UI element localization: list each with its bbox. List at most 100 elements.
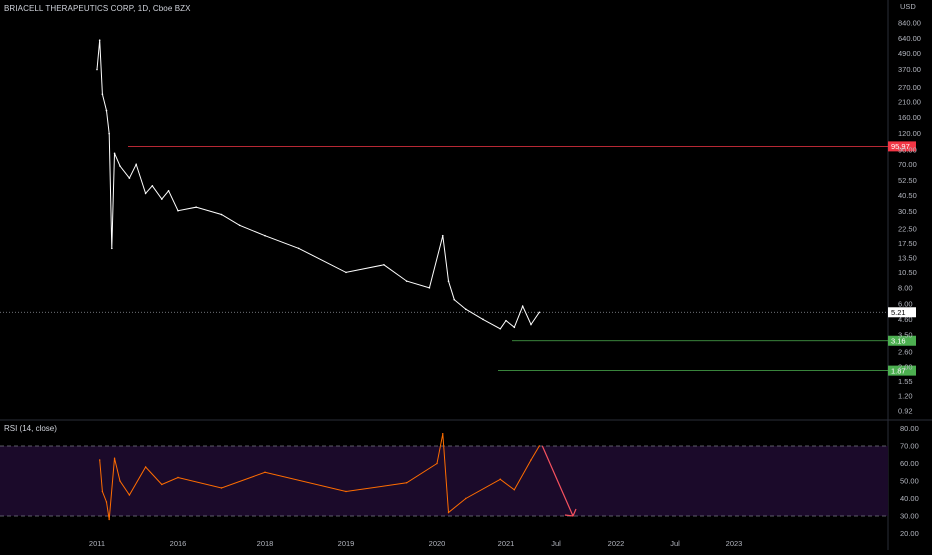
rsi-point bbox=[177, 476, 179, 479]
price-point bbox=[297, 247, 300, 250]
price-tick-label: 8.00 bbox=[898, 283, 913, 292]
price-tick-label: 0.92 bbox=[898, 407, 913, 416]
price-point bbox=[113, 152, 116, 155]
price-point bbox=[428, 287, 431, 289]
price-point bbox=[405, 280, 408, 282]
rsi-point bbox=[530, 459, 532, 461]
x-tick-label: 2023 bbox=[726, 539, 743, 548]
price-point bbox=[96, 68, 98, 71]
price-point bbox=[521, 305, 524, 307]
rsi-point bbox=[101, 490, 104, 493]
price-point bbox=[108, 132, 110, 135]
rsi-point bbox=[113, 457, 116, 459]
rsi-tick-label: 80.00 bbox=[900, 424, 919, 433]
x-tick-label: Jul bbox=[551, 539, 561, 548]
price-tick-label: 1.20 bbox=[898, 391, 913, 400]
price-tick-label: 70.00 bbox=[898, 160, 917, 169]
price-point bbox=[195, 206, 197, 208]
x-tick-label: 2020 bbox=[429, 539, 446, 548]
price-point bbox=[119, 165, 121, 167]
price-tick-label: 120.00 bbox=[898, 129, 921, 138]
rsi-point bbox=[436, 462, 438, 465]
price-point bbox=[144, 192, 147, 195]
price-point bbox=[238, 224, 241, 227]
price-tick-label: 1.55 bbox=[898, 377, 913, 386]
chart-canvas[interactable]: 95.973.161.875.21USD840.00640.00490.0037… bbox=[0, 0, 932, 550]
price-tick-label: 10.50 bbox=[898, 268, 917, 277]
price-point bbox=[177, 209, 179, 212]
rsi-tick-label: 50.00 bbox=[900, 477, 919, 486]
price-tick-label: 840.00 bbox=[898, 18, 921, 27]
rsi-tick-label: 30.00 bbox=[900, 512, 919, 521]
price-tick-label: 160.00 bbox=[898, 113, 921, 122]
rsi-tick-label: 60.00 bbox=[900, 459, 919, 468]
price-tick-label: 490.00 bbox=[898, 49, 921, 58]
rsi-title: RSI (14, close) bbox=[4, 424, 57, 433]
price-point bbox=[167, 189, 170, 192]
symbol-title: BRIACELL THERAPEUTICS CORP, 1D, Cboe BZX bbox=[4, 4, 191, 13]
price-tick-label: 2.60 bbox=[898, 347, 913, 356]
price-point bbox=[464, 308, 467, 310]
price-tick-label: 210.00 bbox=[898, 97, 921, 106]
rsi-point bbox=[442, 433, 444, 435]
price-point bbox=[161, 198, 163, 200]
x-tick-label: 2019 bbox=[338, 539, 355, 548]
price-point bbox=[441, 234, 444, 237]
price-tick-label: 3.50 bbox=[898, 330, 913, 339]
price-tick-label: 22.50 bbox=[898, 224, 917, 233]
price-series-line bbox=[96, 40, 540, 330]
currency-label: USD bbox=[900, 2, 916, 11]
price-point bbox=[128, 177, 131, 179]
price-tick-label: 17.50 bbox=[898, 239, 917, 248]
rsi-point bbox=[499, 478, 501, 480]
rsi-point bbox=[144, 466, 147, 468]
price-point bbox=[105, 109, 108, 112]
rsi-point bbox=[119, 480, 121, 482]
x-tick-label: 2016 bbox=[170, 539, 187, 548]
rsi-tick-label: 40.00 bbox=[900, 494, 919, 503]
rsi-point bbox=[513, 489, 516, 491]
rsi-point bbox=[447, 511, 450, 514]
price-tick-label: 13.50 bbox=[898, 254, 917, 263]
rsi-point bbox=[99, 459, 101, 461]
price-tick-label: 4.60 bbox=[898, 315, 913, 324]
price-point bbox=[345, 271, 347, 274]
price-tick-label: 52.50 bbox=[898, 176, 917, 185]
price-tick-label: 370.00 bbox=[898, 65, 921, 74]
x-tick-label: 2018 bbox=[257, 539, 274, 548]
price-tick-label: 40.50 bbox=[898, 191, 917, 200]
x-tick-label: 2021 bbox=[498, 539, 515, 548]
price-point bbox=[482, 318, 484, 321]
price-point bbox=[264, 234, 266, 237]
price-point bbox=[513, 326, 516, 329]
rsi-point bbox=[538, 445, 541, 447]
price-tick-label: 90.00 bbox=[898, 146, 917, 155]
price-point bbox=[447, 280, 450, 282]
price-point bbox=[499, 327, 502, 330]
price-point bbox=[101, 93, 104, 95]
price-point bbox=[505, 319, 507, 322]
rsi-point bbox=[405, 482, 408, 484]
x-tick-label: 2022 bbox=[608, 539, 625, 548]
price-point bbox=[530, 323, 532, 326]
price-tick-label: 640.00 bbox=[898, 34, 921, 43]
rsi-point bbox=[264, 471, 266, 473]
price-point bbox=[383, 263, 385, 266]
price-point bbox=[220, 213, 223, 216]
price-point bbox=[453, 298, 456, 301]
rsi-tick-label: 70.00 bbox=[900, 442, 919, 451]
price-tick-label: 6.00 bbox=[898, 300, 913, 309]
x-tick-label: 2011 bbox=[89, 539, 105, 548]
chart-root: 95.97 3.16 1.87 5.21 USD 840.00 640.00 490.00 37… bbox=[0, 0, 932, 550]
rsi-point bbox=[161, 483, 163, 486]
rsi-point bbox=[128, 494, 131, 496]
price-tick-label: 270.00 bbox=[898, 83, 921, 92]
rsi-point bbox=[345, 490, 347, 493]
price-point bbox=[98, 39, 101, 41]
x-tick-label: Jul bbox=[670, 539, 680, 548]
price-point bbox=[111, 247, 113, 250]
price-point bbox=[135, 163, 137, 166]
rsi-point bbox=[105, 501, 108, 503]
price-point bbox=[538, 311, 541, 314]
price-point bbox=[151, 185, 154, 187]
